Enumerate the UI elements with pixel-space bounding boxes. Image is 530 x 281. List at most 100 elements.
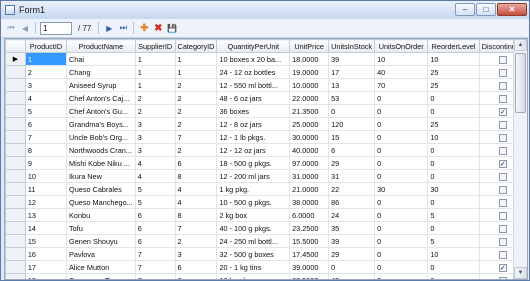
cell-order[interactable]: 0	[374, 117, 429, 131]
cell-id[interactable]: 16	[24, 247, 68, 261]
cell-reorder[interactable]: 25	[427, 78, 480, 92]
cell-price[interactable]: 19.0000	[289, 65, 330, 79]
cell-order[interactable]: 0	[374, 221, 429, 235]
cell-price[interactable]: 6.0000	[289, 208, 330, 222]
row-header[interactable]	[5, 169, 26, 183]
discontinued-checkbox[interactable]	[498, 55, 507, 64]
cell-order[interactable]: 0	[374, 156, 429, 170]
cell-qty[interactable]: 36 boxes	[216, 104, 291, 118]
cell-reorder[interactable]: 0	[427, 156, 480, 170]
table-row[interactable]: 16 Pavlova 7 3 32 - 500 g boxes 17.4500 29 0 10	[5, 247, 527, 261]
cell-name[interactable]: Mishi Kobe Niku ...	[66, 156, 136, 170]
cell-stock[interactable]: 86	[328, 195, 376, 209]
table-row[interactable]: 12 Queso Manchego... 5 4 10 - 500 g pkgs. 38.…	[5, 195, 527, 209]
table-row[interactable]: 14 Tofu 6 7 40 - 100 g pkgs. 23.2500 35 0 0	[5, 221, 527, 235]
scroll-thumb[interactable]	[515, 53, 526, 113]
cell-supplier[interactable]: 3	[134, 143, 176, 157]
close-button[interactable]: ✕	[497, 3, 527, 16]
cell-order[interactable]: 0	[374, 169, 429, 183]
cell-reorder[interactable]: 0	[427, 143, 480, 157]
cell-category[interactable]: 2	[174, 234, 218, 248]
row-header[interactable]	[5, 78, 26, 92]
column-header[interactable]: ProductID	[24, 39, 68, 53]
cell-stock[interactable]: 39	[328, 234, 376, 248]
cell-price[interactable]: 39.0000	[289, 260, 330, 274]
products-datagrid[interactable]: ProductID ProductName SupplierID Categor…	[4, 38, 528, 280]
cell-reorder[interactable]: 0	[427, 260, 480, 274]
row-header[interactable]	[5, 234, 26, 248]
cell-order[interactable]: 0	[374, 195, 429, 209]
cell-price[interactable]: 38.0000	[289, 195, 330, 209]
cell-reorder[interactable]: 25	[427, 117, 480, 131]
cell-id[interactable]: 8	[24, 143, 68, 157]
cell-qty[interactable]: 12 - 8 oz jars	[216, 117, 291, 131]
cell-category[interactable]: 7	[174, 221, 218, 235]
cell-reorder[interactable]: 5	[427, 208, 480, 222]
column-header[interactable]: UnitsInStock	[328, 39, 376, 53]
cell-qty[interactable]: 24 - 12 oz bottles	[216, 65, 291, 79]
cell-order[interactable]: 70	[374, 78, 429, 92]
cell-price[interactable]: 31.0000	[289, 169, 330, 183]
cell-price[interactable]: 21.0000	[289, 182, 330, 196]
cell-price[interactable]: 21.3500	[289, 104, 330, 118]
cell-reorder[interactable]: 0	[427, 104, 480, 118]
cell-qty[interactable]: 12 - 200 ml jars	[216, 169, 291, 183]
cell-category[interactable]: 8	[174, 273, 218, 279]
row-header[interactable]	[5, 143, 26, 157]
cell-order[interactable]: 0	[374, 91, 429, 105]
add-new-icon[interactable]: ✚	[138, 22, 150, 34]
cell-stock[interactable]: 29	[328, 156, 376, 170]
vertical-scrollbar[interactable]: ▲ ▼	[513, 39, 527, 279]
cell-stock[interactable]: 29	[328, 247, 376, 261]
column-header[interactable]: QuantityPerUnit	[216, 39, 291, 53]
cell-price[interactable]: 62.5000	[289, 273, 330, 279]
delete-icon[interactable]: ✖	[152, 22, 164, 34]
cell-price[interactable]: 97.0000	[289, 156, 330, 170]
cell-price[interactable]: 40.0000	[289, 143, 330, 157]
cell-qty[interactable]: 16 kg pkg.	[216, 273, 291, 279]
discontinued-checkbox[interactable]: ✓	[498, 159, 507, 168]
save-icon[interactable]: 💾	[166, 22, 178, 34]
cell-name[interactable]: Northwoods Cran...	[66, 143, 136, 157]
table-row[interactable]: 3 Aniseed Syrup 1 2 12 - 550 ml bottl... 10.0…	[5, 78, 527, 92]
cell-stock[interactable]: 42	[328, 273, 376, 279]
cell-supplier[interactable]: 5	[134, 195, 176, 209]
table-row[interactable]: 10 Ikura New 4 8 12 - 200 ml jars 31.0000 31 0 0	[5, 169, 527, 183]
cell-name[interactable]: Chang	[66, 65, 136, 79]
cell-order[interactable]: 0	[374, 208, 429, 222]
cell-category[interactable]: 4	[174, 195, 218, 209]
cell-category[interactable]: 1	[174, 52, 218, 66]
cell-supplier[interactable]: 7	[134, 247, 176, 261]
cell-order[interactable]: 0	[374, 130, 429, 144]
cell-order[interactable]: 0	[374, 234, 429, 248]
cell-supplier[interactable]: 7	[134, 260, 176, 274]
cell-order[interactable]: 0	[374, 247, 429, 261]
cell-order[interactable]: 0	[374, 104, 429, 118]
cell-stock[interactable]: 13	[328, 78, 376, 92]
column-header[interactable]: CategoryID	[174, 39, 218, 53]
cell-id[interactable]: 14	[24, 221, 68, 235]
cell-qty[interactable]: 12 - 550 ml bottl...	[216, 78, 291, 92]
cell-name[interactable]: Chef Anton's Caj...	[66, 91, 136, 105]
cell-stock[interactable]: 53	[328, 91, 376, 105]
column-header[interactable]: UnitPrice	[289, 39, 330, 53]
cell-stock[interactable]: 24	[328, 208, 376, 222]
cell-stock[interactable]: 31	[328, 169, 376, 183]
cell-reorder[interactable]: 0	[427, 91, 480, 105]
cell-order[interactable]: 10	[374, 52, 429, 66]
cell-stock[interactable]: 6	[328, 143, 376, 157]
cell-reorder[interactable]: 5	[427, 234, 480, 248]
cell-order[interactable]: 40	[374, 65, 429, 79]
cell-category[interactable]: 4	[174, 182, 218, 196]
row-header[interactable]	[5, 260, 26, 274]
cell-qty[interactable]: 32 - 500 g boxes	[216, 247, 291, 261]
discontinued-checkbox[interactable]: ✓	[498, 263, 507, 272]
discontinued-checkbox[interactable]	[498, 172, 507, 181]
cell-id[interactable]: 2	[24, 65, 68, 79]
cell-stock[interactable]: 0	[328, 260, 376, 274]
cell-reorder[interactable]: 25	[427, 65, 480, 79]
cell-name[interactable]: Ikura New	[66, 169, 136, 183]
table-row[interactable]: ▶ 1 Chai 1 1 10 boxes x 20 ba... 18.0000 39 10 10	[5, 52, 527, 66]
cell-stock[interactable]: 35	[328, 221, 376, 235]
cell-name[interactable]: Queso Cabrales	[66, 182, 136, 196]
